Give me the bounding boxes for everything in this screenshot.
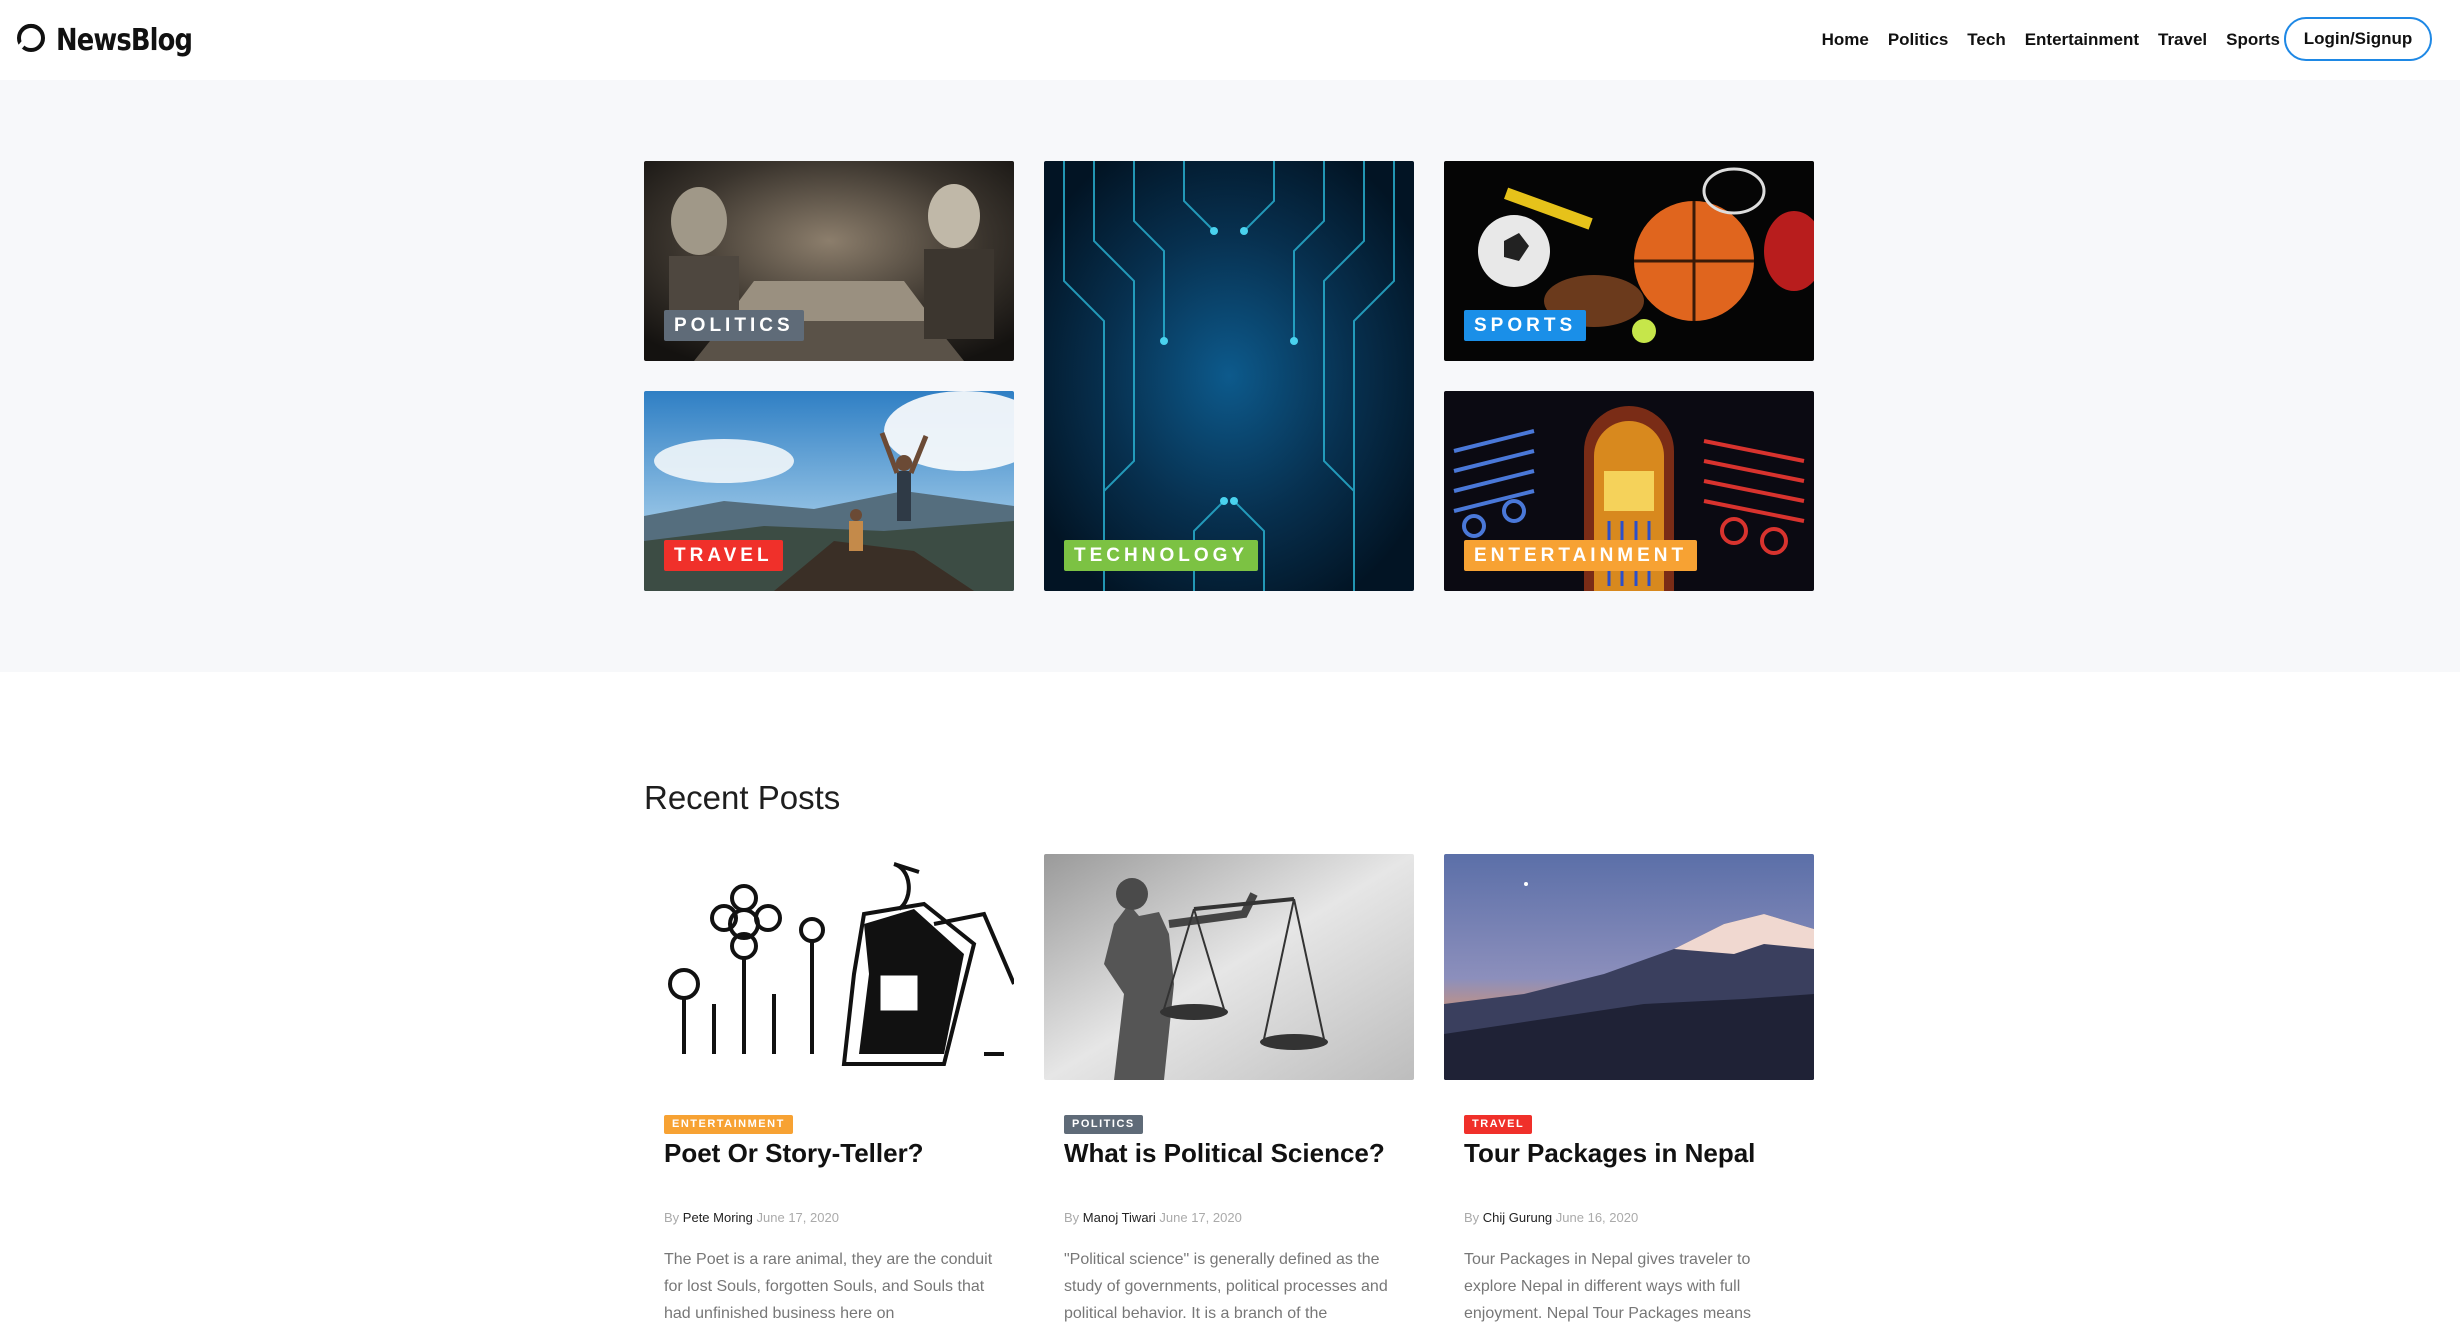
post-author[interactable]: Pete Moring: [683, 1210, 753, 1225]
category-tile-travel[interactable]: TRAVEL: [644, 391, 1014, 591]
nav-entertainment[interactable]: Entertainment: [2025, 30, 2139, 50]
category-tag: SPORTS: [1464, 310, 1587, 341]
nepal-mountain-image: [1444, 854, 1814, 1080]
main-nav: Home Politics Tech Entertainment Travel …: [1822, 25, 2280, 55]
post-card[interactable]: ENTERTAINMENT Poet Or Story-Teller? By P…: [644, 854, 1014, 1322]
post-date: June 16, 2020: [1555, 1210, 1639, 1225]
post-category-badge[interactable]: TRAVEL: [1464, 1115, 1533, 1134]
nav-sports[interactable]: Sports: [2226, 30, 2280, 50]
poet-illustration: [644, 854, 1014, 1080]
justice-statue-image: [1044, 854, 1414, 1080]
category-tag: TRAVEL: [664, 540, 783, 571]
nav-tech[interactable]: Tech: [1967, 30, 2005, 50]
post-meta: By Pete Moring June 17, 2020: [664, 1210, 839, 1225]
category-grid: POLITICS TECHNOLOGY SPORTS TRAVEL ENTERT…: [0, 80, 2460, 672]
post-by-label: By: [1064, 1210, 1080, 1225]
post-by-label: By: [1464, 1210, 1480, 1225]
recent-posts-heading: Recent Posts: [644, 779, 841, 817]
category-tile-entertainment[interactable]: ENTERTAINMENT: [1444, 391, 1814, 591]
logo-icon: [14, 21, 48, 60]
post-by-label: By: [664, 1210, 680, 1225]
post-author[interactable]: Manoj Tiwari: [1083, 1210, 1156, 1225]
post-category-badge[interactable]: POLITICS: [1064, 1115, 1143, 1134]
post-thumbnail[interactable]: [644, 854, 1014, 1080]
post-title[interactable]: Poet Or Story-Teller?: [664, 1138, 924, 1169]
post-thumbnail[interactable]: [1044, 854, 1414, 1080]
nav-politics[interactable]: Politics: [1888, 30, 1948, 50]
post-meta: By Chij Gurung June 16, 2020: [1464, 1210, 1638, 1225]
post-author[interactable]: Chij Gurung: [1483, 1210, 1552, 1225]
brand-name: NewsBlog: [56, 22, 193, 58]
category-tag: TECHNOLOGY: [1064, 540, 1259, 571]
category-tag: POLITICS: [664, 310, 804, 341]
login-signup-button[interactable]: Login/Signup: [2284, 17, 2432, 61]
category-tile-politics[interactable]: POLITICS: [644, 161, 1014, 361]
nav-travel[interactable]: Travel: [2158, 30, 2207, 50]
brand-logo[interactable]: NewsBlog: [14, 20, 214, 60]
technology-image: [1044, 161, 1414, 591]
post-date: June 17, 2020: [756, 1210, 839, 1225]
post-meta: By Manoj Tiwari June 17, 2020: [1064, 1210, 1242, 1225]
post-title[interactable]: What is Political Science?: [1064, 1138, 1385, 1169]
post-excerpt: Tour Packages in Nepal gives traveler to…: [1464, 1251, 1751, 1322]
post-category-badge[interactable]: ENTERTAINMENT: [664, 1115, 793, 1134]
post-excerpt: "Political science" is generally defined…: [1064, 1251, 1388, 1322]
category-tile-sports[interactable]: SPORTS: [1444, 161, 1814, 361]
nav-home[interactable]: Home: [1822, 30, 1869, 50]
category-tile-technology[interactable]: TECHNOLOGY: [1044, 161, 1414, 591]
post-date: June 17, 2020: [1159, 1210, 1242, 1225]
site-header: NewsBlog Home Politics Tech Entertainmen…: [0, 0, 2460, 80]
post-title[interactable]: Tour Packages in Nepal: [1464, 1138, 1755, 1169]
post-card[interactable]: POLITICS What is Political Science? By M…: [1044, 854, 1414, 1322]
post-excerpt: The Poet is a rare animal, they are the …: [664, 1251, 993, 1322]
category-tag: ENTERTAINMENT: [1464, 540, 1698, 571]
post-card[interactable]: TRAVEL Tour Packages in Nepal By Chij Gu…: [1444, 854, 1814, 1322]
post-thumbnail[interactable]: [1444, 854, 1814, 1080]
